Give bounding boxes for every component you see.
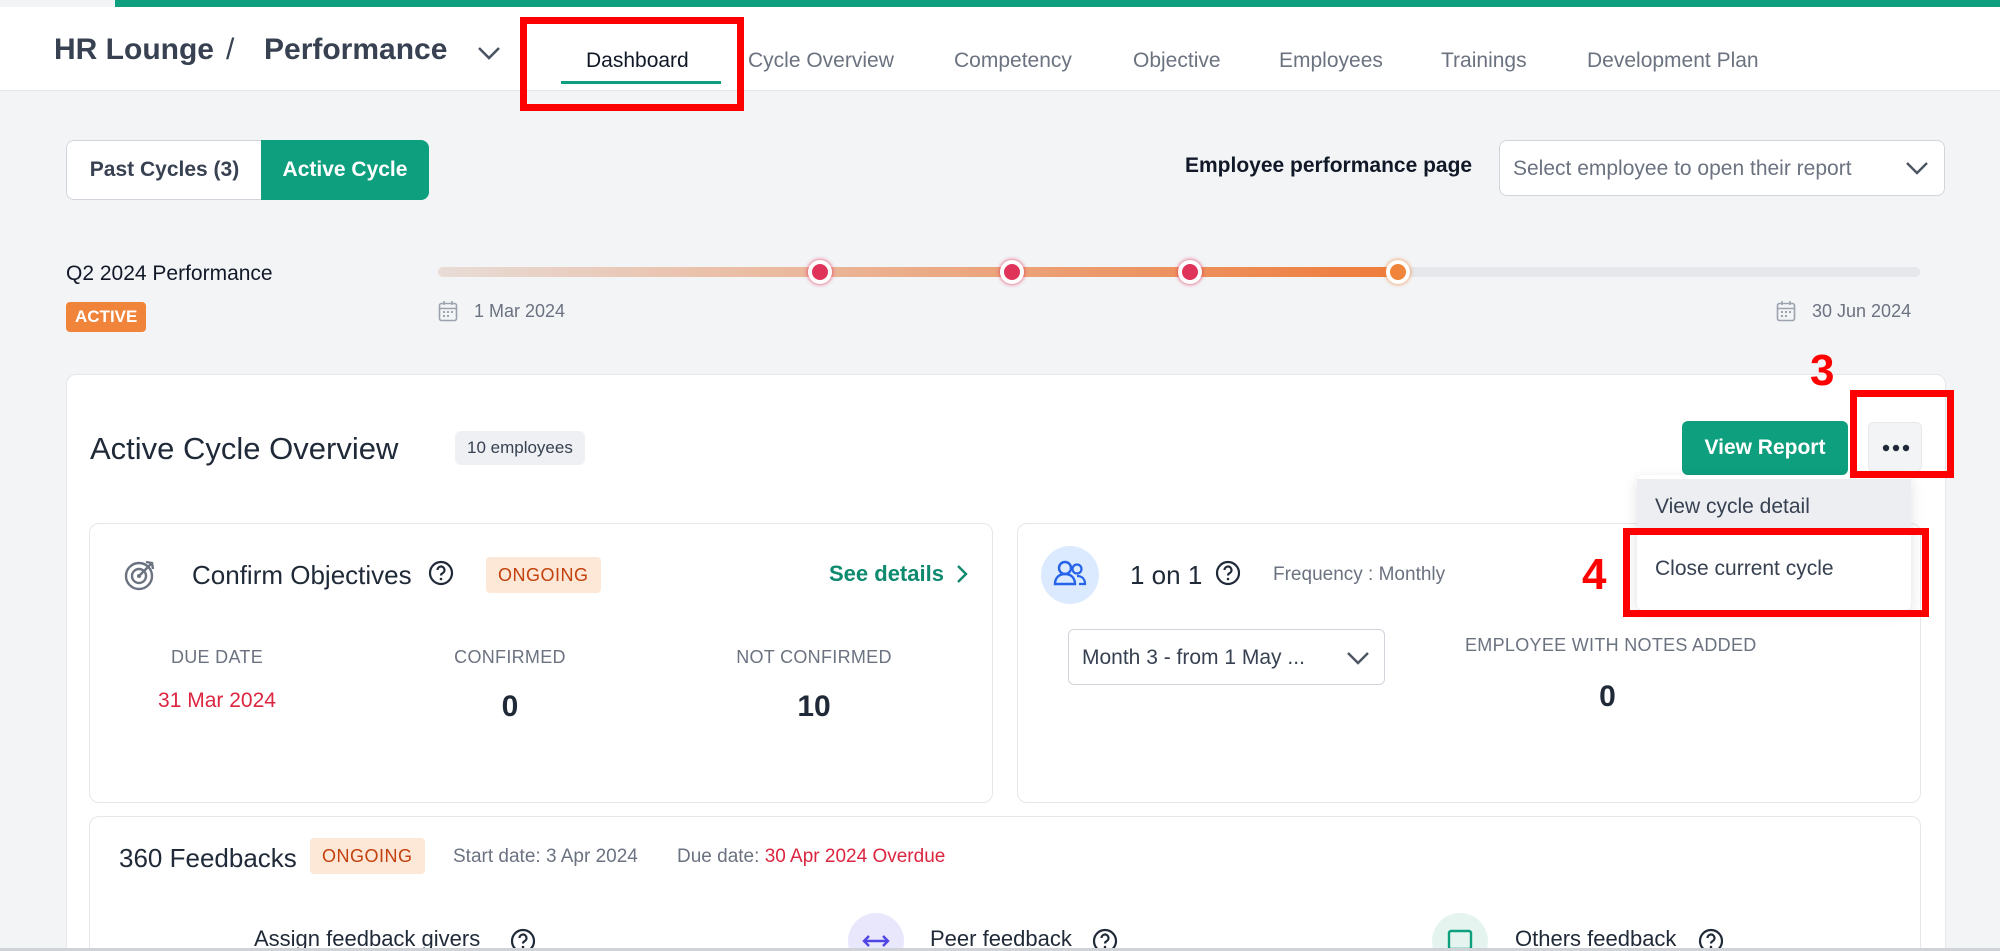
confirm-objectives-title: Confirm Objectives <box>192 560 412 590</box>
feedback-overdue: Overdue <box>872 846 946 867</box>
arrows-horizontal-icon <box>862 935 890 947</box>
feedback-due-value: 30 Apr 2024 <box>764 846 868 867</box>
view-report-button[interactable]: View Report <box>1682 421 1848 475</box>
target-icon <box>124 560 155 591</box>
month-select-value: Month 3 - from 1 May ... <box>1082 646 1305 669</box>
timeline-progress <box>438 267 1401 277</box>
chevron-down-icon <box>1347 652 1369 665</box>
peer-feedback-icon-circle <box>848 913 904 951</box>
app-header: HR Lounge / Performance Dashboard Cycle … <box>0 7 2000 91</box>
notes-value: 0 <box>1599 680 1616 713</box>
month-select[interactable]: Month 3 - from 1 May ... <box>1068 629 1385 685</box>
cycle-status-badge: ACTIVE <box>66 302 147 332</box>
tab-cycle-overview[interactable]: Cycle Overview <box>748 49 894 73</box>
timeline-current-dot <box>1386 260 1410 284</box>
see-details-link[interactable]: See details <box>829 561 944 587</box>
objectives-status-badge: ONGOING <box>486 557 601 593</box>
feedback-status-badge: ONGOING <box>310 838 425 874</box>
top-accent-strip <box>115 0 2000 7</box>
annotation-box-dashboard <box>520 17 744 111</box>
tab-employees[interactable]: Employees <box>1279 49 1383 73</box>
notes-header: EMPLOYEE WITH NOTES ADDED <box>1465 635 1757 655</box>
message-square-icon <box>1447 929 1473 951</box>
timeline-milestone-dot <box>1178 260 1202 284</box>
menu-item-view-cycle-detail[interactable]: View cycle detail <box>1637 479 1911 535</box>
chevron-right-icon[interactable] <box>955 564 969 584</box>
cycle-name: Q2 2024 Performance <box>66 262 273 285</box>
breadcrumb-separator: / <box>226 33 235 66</box>
overview-title: Active Cycle Overview <box>90 431 399 466</box>
help-icon[interactable] <box>428 560 454 586</box>
feedback-title: 360 Feedbacks <box>119 843 297 873</box>
annotation-step-3: 3 <box>1810 346 1835 395</box>
tab-competency[interactable]: Competency <box>954 49 1072 73</box>
confirmed-value: 0 <box>501 690 519 723</box>
not-confirmed-value: 10 <box>797 690 831 723</box>
annotation-step-4: 4 <box>1582 550 1607 599</box>
employee-count-badge: 10 employees <box>455 431 585 465</box>
timeline-milestone-dot <box>808 260 832 284</box>
calendar-icon <box>438 301 458 322</box>
people-icon-circle <box>1041 546 1099 604</box>
past-cycles-toggle[interactable]: Past Cycles (3) <box>66 140 262 200</box>
tab-development-plan[interactable]: Development Plan <box>1587 49 1759 73</box>
cycle-timeline <box>438 260 1920 284</box>
annotation-box-more-options <box>1850 390 1954 478</box>
employee-select[interactable]: Select employee to open their report <box>1499 140 1945 196</box>
timeline-milestone-dot <box>1000 260 1024 284</box>
breadcrumb-home[interactable]: HR Lounge <box>54 33 214 67</box>
feedback-due-label: Due date: <box>677 846 760 867</box>
annotation-box-close-cycle <box>1623 528 1929 617</box>
chevron-down-icon <box>1906 162 1928 175</box>
chevron-down-icon[interactable] <box>476 43 502 63</box>
feedback-start-date: Start date: 3 Apr 2024 <box>453 846 638 867</box>
employee-select-placeholder: Select employee to open their report <box>1513 157 1852 180</box>
active-cycle-toggle[interactable]: Active Cycle <box>261 140 429 200</box>
not-confirmed-header: NOT CONFIRMED <box>736 647 892 667</box>
tab-trainings[interactable]: Trainings <box>1441 49 1527 73</box>
employee-page-label: Employee performance page <box>1185 154 1473 177</box>
frequency-label: Frequency : Monthly <box>1273 564 1446 585</box>
due-date-header: DUE DATE <box>170 647 264 667</box>
tab-objective[interactable]: Objective <box>1133 49 1221 73</box>
cycle-start-date: 1 Mar 2024 <box>474 301 566 321</box>
confirmed-header: CONFIRMED <box>454 647 566 667</box>
due-date-value: 31 Mar 2024 <box>158 689 276 712</box>
breadcrumb-current: Performance <box>264 33 448 66</box>
people-icon <box>1053 560 1087 586</box>
others-feedback-icon-circle <box>1432 913 1488 951</box>
calendar-icon <box>1776 301 1796 322</box>
cycle-end-date: 30 Jun 2024 <box>1812 301 1912 321</box>
feedback-due-date: Due date: 30 Apr 2024 Overdue <box>677 846 945 868</box>
one-on-one-title: 1 on 1 <box>1130 560 1203 590</box>
help-icon[interactable] <box>1215 560 1241 586</box>
